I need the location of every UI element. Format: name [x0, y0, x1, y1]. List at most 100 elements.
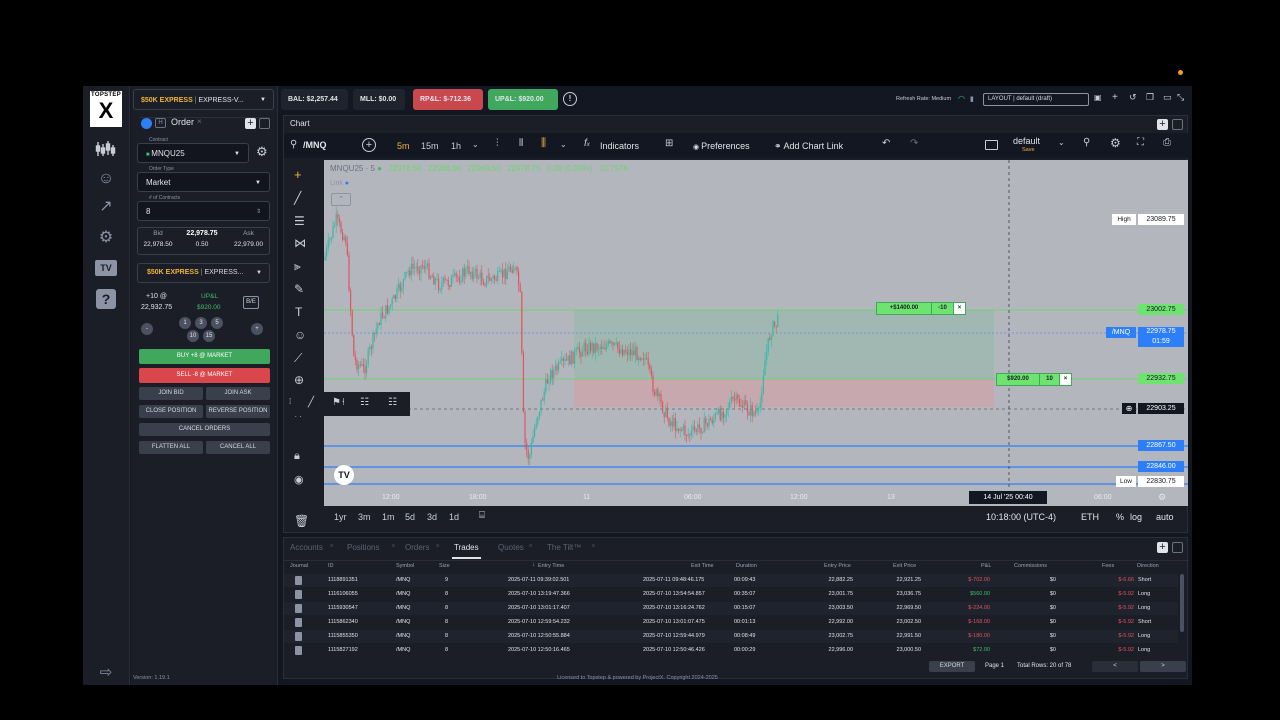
- tp-order-tag[interactable]: +$1400.00 -10 ×: [876, 302, 966, 315]
- col-exittime[interactable]: Exit Time: [691, 563, 714, 569]
- layout-window-icon[interactable]: [985, 140, 998, 150]
- preferences-button[interactable]: ◉ Preferences: [693, 141, 750, 151]
- trading-icon[interactable]: [94, 140, 118, 162]
- journal-icon[interactable]: [295, 590, 302, 599]
- text-icon[interactable]: T: [295, 305, 302, 319]
- percent-toggle[interactable]: %: [1116, 512, 1124, 522]
- candlestick-icon[interactable]: ⫼: [541, 137, 546, 150]
- col-exitprice[interactable]: Exit Price: [893, 563, 916, 569]
- table-row[interactable]: 1115930547/MNQ 8 2025-07-10 13:01:17.407 20…: [284, 602, 1178, 615]
- interval-1h[interactable]: 1h: [451, 141, 461, 151]
- flatten-all-button[interactable]: FLATTEN ALL: [139, 441, 203, 454]
- quick-search-icon[interactable]: ⚲: [1083, 137, 1090, 148]
- join-ask-button[interactable]: JOIN ASK: [206, 387, 270, 400]
- save-icon[interactable]: ▣: [1094, 93, 1102, 102]
- tab-thetilt[interactable]: The Tilt™: [547, 543, 581, 552]
- close-position-button[interactable]: CLOSE POSITION: [139, 405, 203, 418]
- refresh-rate[interactable]: Refresh Rate: Medium: [896, 96, 951, 102]
- undo-icon[interactable]: ↺: [1129, 92, 1137, 103]
- col-size[interactable]: Size: [439, 563, 450, 569]
- log-toggle[interactable]: log: [1130, 512, 1142, 522]
- fib-icon[interactable]: ☰: [294, 214, 305, 228]
- add-panel-tab-icon[interactable]: +: [1157, 542, 1168, 553]
- reverse-position-button[interactable]: REVERSE POSITION: [206, 405, 270, 418]
- windows-icon[interactable]: ❐: [1146, 92, 1154, 103]
- more-tool-icon[interactable]: ☷: [388, 397, 397, 408]
- ask-value[interactable]: 22,979.00: [227, 241, 270, 248]
- col-direction[interactable]: Direction: [1137, 563, 1159, 569]
- range-1m[interactable]: 1m: [382, 512, 395, 522]
- screenshot-icon[interactable]: ⎙: [1163, 137, 1171, 148]
- interval-15m[interactable]: 15m: [421, 141, 439, 151]
- close-tab-icon[interactable]: ×: [197, 117, 202, 126]
- qty-minus-button[interactable]: -: [141, 323, 153, 335]
- range-3d[interactable]: 3d: [427, 512, 437, 522]
- col-entrytime[interactable]: Entry Time: [538, 563, 564, 569]
- community-icon[interactable]: ☺: [94, 168, 118, 190]
- tab-quotes[interactable]: Quotes: [498, 543, 524, 552]
- candle-type-icon[interactable]: ⫴: [519, 138, 523, 149]
- add-tab-icon[interactable]: +: [245, 118, 256, 129]
- link-badge[interactable]: Link ●: [330, 180, 349, 187]
- compare-symbol-icon[interactable]: +: [362, 138, 376, 152]
- table-scrollbar[interactable]: [1180, 574, 1184, 632]
- chart-tab[interactable]: Chart: [290, 119, 310, 128]
- undo-chart-icon[interactable]: ↶: [882, 138, 890, 149]
- tab-orders[interactable]: Orders: [405, 543, 429, 552]
- order-tab[interactable]: Order: [171, 117, 194, 127]
- auto-toggle[interactable]: auto: [1156, 512, 1174, 522]
- cancel-all-button[interactable]: CANCEL ALL: [206, 441, 270, 454]
- table-row[interactable]: 1115855350/MNQ 8 2025-07-10 12:50:55.884 20…: [284, 630, 1178, 643]
- symbol-search-icon[interactable]: ⚲: [290, 139, 297, 150]
- breakeven-button[interactable]: B/E: [243, 296, 259, 309]
- export-button[interactable]: EXPORT: [929, 661, 975, 672]
- date-range-icon[interactable]: ⌸: [479, 510, 485, 521]
- table-row[interactable]: 1116106055/MNQ 8 2025-07-10 13:19:47.366 20…: [284, 588, 1178, 601]
- analytics-icon[interactable]: ↗: [94, 196, 118, 218]
- indicators-icon[interactable]: fx: [584, 138, 590, 149]
- col-entryprice[interactable]: Entry Price: [824, 563, 851, 569]
- window-icon[interactable]: ▭: [1163, 92, 1172, 103]
- table-row[interactable]: 1118891351/MNQ 9 2025-07-11 09:39:02.501 20…: [284, 574, 1178, 587]
- crosshair-icon[interactable]: +: [294, 167, 302, 182]
- close-tab-icon[interactable]: ×: [436, 543, 440, 550]
- buy-market-button[interactable]: BUY +8 @ MARKET: [139, 349, 270, 364]
- tab-trades[interactable]: Trades: [454, 543, 479, 552]
- help-icon[interactable]: ?: [96, 289, 116, 309]
- panel-maximize-icon[interactable]: [1172, 542, 1183, 553]
- position-close-icon[interactable]: ×: [1059, 374, 1071, 385]
- qty-preset-5[interactable]: 5: [211, 317, 223, 329]
- position-tag[interactable]: $920.00 10 ×: [996, 373, 1072, 386]
- table-row[interactable]: 1115827192/MNQ 8 2025-07-10 12:50:16.465 20…: [284, 644, 1178, 657]
- col-symbol[interactable]: Symbol: [396, 563, 414, 569]
- qty-preset-1[interactable]: 1: [179, 317, 191, 329]
- lock-icon[interactable]: 🔒︎: [294, 450, 300, 463]
- interval-5m[interactable]: 5m: [397, 141, 410, 151]
- close-tab-icon[interactable]: ×: [391, 543, 395, 550]
- auto-scale-icon[interactable]: ⚙: [1158, 492, 1166, 503]
- journal-icon[interactable]: [295, 604, 302, 613]
- maximize-icon[interactable]: [259, 118, 270, 129]
- qty-preset-3[interactable]: 3: [195, 317, 207, 329]
- pattern-icon[interactable]: ⋈: [294, 236, 306, 250]
- account-select[interactable]: $50K EXPRESS | EXPRESS... ▼: [137, 263, 270, 283]
- redo-chart-icon[interactable]: ↷: [910, 138, 918, 149]
- col-fees[interactable]: Fees: [1102, 563, 1114, 569]
- add-icon[interactable]: +: [1112, 92, 1118, 103]
- zoom-in-icon[interactable]: ⊕: [294, 373, 304, 387]
- account-dropdown[interactable]: $50K EXPRESS | EXPRESS-V... ▼: [133, 89, 274, 110]
- chart-type-chevron-icon[interactable]: ⌄: [560, 140, 567, 149]
- bar-type-icon[interactable]: ⫶: [496, 138, 499, 149]
- sell-market-button[interactable]: SELL -8 @ MARKET: [139, 368, 270, 383]
- contracts-input[interactable]: 8 ⇕: [137, 201, 270, 221]
- emoji-icon[interactable]: ☺: [294, 328, 306, 342]
- tp-cancel-icon[interactable]: ×: [953, 303, 965, 314]
- flag-tool-icon[interactable]: ⚑: [332, 397, 341, 408]
- templates-icon[interactable]: ⊞: [665, 138, 673, 149]
- close-tab-icon[interactable]: ×: [529, 543, 533, 550]
- chart-clock[interactable]: 10:18:00 (UTC-4): [986, 512, 1056, 522]
- session-toggle[interactable]: ETH: [1081, 512, 1099, 522]
- eye-icon[interactable]: ◉: [294, 473, 304, 486]
- alert-icon[interactable]: !: [563, 92, 577, 106]
- add-panel-icon[interactable]: +: [1157, 119, 1168, 130]
